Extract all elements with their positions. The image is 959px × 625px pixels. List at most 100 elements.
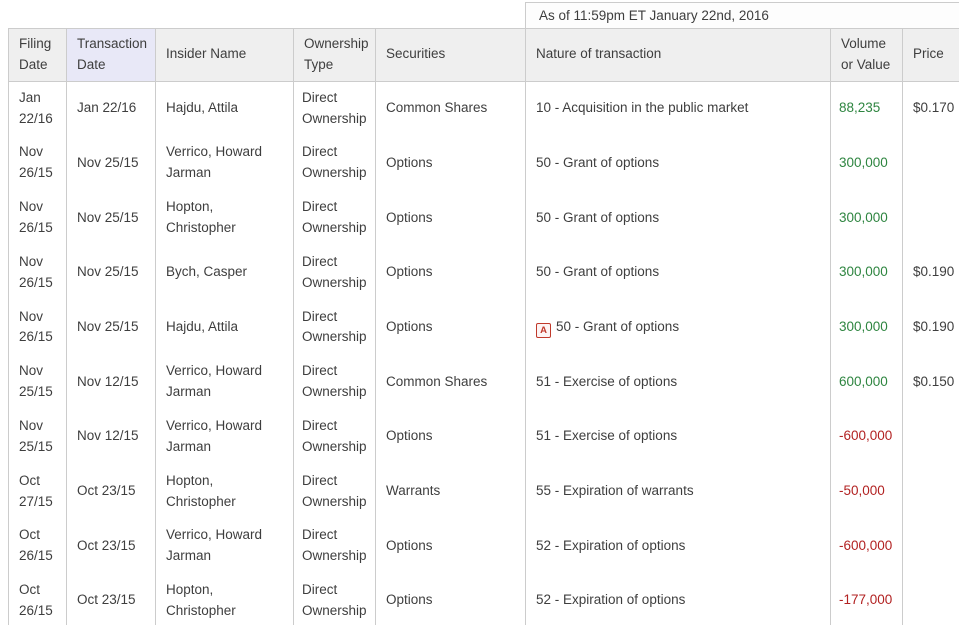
cell-insider-name: Verrico, Howard Jarman <box>156 409 294 464</box>
cell-transaction-date: Oct 23/15 <box>67 574 156 625</box>
column-header-volume[interactable]: Volume or Value <box>831 29 903 82</box>
cell-ownership-type: Direct Ownership <box>294 245 376 300</box>
cell-nature: 52 - Expiration of options <box>526 519 831 574</box>
cell-price <box>903 519 959 574</box>
cell-nature: 51 - Exercise of options <box>526 355 831 410</box>
nature-text: 51 - Exercise of options <box>536 428 677 443</box>
column-header-insider-name[interactable]: Insider Name <box>156 29 294 82</box>
cell-transaction-date: Oct 23/15 <box>67 519 156 574</box>
cell-volume: 88,235 <box>831 81 903 136</box>
nature-text: 10 - Acquisition in the public market <box>536 100 748 115</box>
cell-volume: -50,000 <box>831 464 903 519</box>
table-row: Nov 26/15 Nov 25/15 Verrico, Howard Jarm… <box>9 136 959 191</box>
cell-price <box>903 136 959 191</box>
cell-securities: Options <box>376 300 526 355</box>
cell-volume: -600,000 <box>831 519 903 574</box>
table-row: Oct 26/15 Oct 23/15 Hopton, Christopher … <box>9 574 959 625</box>
table-header: Filing Date Transaction Date Insider Nam… <box>9 29 959 82</box>
cell-nature: 50 - Grant of options <box>526 136 831 191</box>
cell-securities: Options <box>376 409 526 464</box>
cell-ownership-type: Direct Ownership <box>294 81 376 136</box>
cell-volume: 300,000 <box>831 300 903 355</box>
cell-nature: 50 - Grant of options <box>526 245 831 300</box>
cell-ownership-type: Direct Ownership <box>294 300 376 355</box>
cell-nature: 50 - Grant of options <box>526 191 831 246</box>
cell-price: $0.190 <box>903 245 959 300</box>
cell-ownership-type: Direct Ownership <box>294 191 376 246</box>
table-row: Nov 25/15 Nov 12/15 Verrico, Howard Jarm… <box>9 355 959 410</box>
cell-securities: Options <box>376 191 526 246</box>
cell-insider-name: Hopton, Christopher <box>156 191 294 246</box>
cell-filing-date: Oct 26/15 <box>9 574 67 625</box>
cell-insider-name: Bych, Casper <box>156 245 294 300</box>
table-row: Jan 22/16 Jan 22/16 Hajdu, Attila Direct… <box>9 81 959 136</box>
cell-ownership-type: Direct Ownership <box>294 409 376 464</box>
table-body: Jan 22/16 Jan 22/16 Hajdu, Attila Direct… <box>9 81 959 625</box>
cell-volume: -177,000 <box>831 574 903 625</box>
cell-volume: -600,000 <box>831 409 903 464</box>
nature-text: 50 - Grant of options <box>556 319 679 334</box>
cell-volume: 300,000 <box>831 136 903 191</box>
nature-text: 52 - Expiration of options <box>536 538 685 553</box>
cell-insider-name: Hajdu, Attila <box>156 300 294 355</box>
cell-price <box>903 464 959 519</box>
cell-securities: Common Shares <box>376 355 526 410</box>
cell-securities: Options <box>376 574 526 625</box>
insider-transactions-page: As of 11:59pm ET January 22nd, 2016 Fili… <box>0 0 959 625</box>
cell-filing-date: Nov 25/15 <box>9 355 67 410</box>
cell-transaction-date: Nov 12/15 <box>67 409 156 464</box>
cell-volume: 300,000 <box>831 191 903 246</box>
cell-price: $0.150 <box>903 355 959 410</box>
cell-filing-date: Nov 26/15 <box>9 245 67 300</box>
cell-nature: 51 - Exercise of options <box>526 409 831 464</box>
cell-securities: Options <box>376 136 526 191</box>
table-row: Oct 27/15 Oct 23/15 Hopton, Christopher … <box>9 464 959 519</box>
cell-insider-name: Verrico, Howard Jarman <box>156 136 294 191</box>
cell-price <box>903 409 959 464</box>
cell-nature: 10 - Acquisition in the public market <box>526 81 831 136</box>
cell-filing-date: Nov 26/15 <box>9 300 67 355</box>
nature-text: 50 - Grant of options <box>536 210 659 225</box>
cell-securities: Common Shares <box>376 81 526 136</box>
column-header-ownership-type[interactable]: Ownership Type <box>294 29 376 82</box>
cell-securities: Warrants <box>376 464 526 519</box>
nature-text: 50 - Grant of options <box>536 264 659 279</box>
column-header-nature[interactable]: Nature of transaction <box>526 29 831 82</box>
cell-insider-name: Hajdu, Attila <box>156 81 294 136</box>
cell-nature: A 50 - Grant of options <box>526 300 831 355</box>
table-row: Nov 25/15 Nov 12/15 Verrico, Howard Jarm… <box>9 409 959 464</box>
cell-price: $0.170 <box>903 81 959 136</box>
cell-ownership-type: Direct Ownership <box>294 574 376 625</box>
table-row: Nov 26/15 Nov 25/15 Bych, Casper Direct … <box>9 245 959 300</box>
table-row: Nov 26/15 Nov 25/15 Hopton, Christopher … <box>9 191 959 246</box>
cell-transaction-date: Nov 25/15 <box>67 191 156 246</box>
cell-filing-date: Nov 25/15 <box>9 409 67 464</box>
cell-ownership-type: Direct Ownership <box>294 136 376 191</box>
cell-price <box>903 191 959 246</box>
cell-price <box>903 574 959 625</box>
cell-transaction-date: Nov 25/15 <box>67 245 156 300</box>
cell-insider-name: Hopton, Christopher <box>156 464 294 519</box>
insider-transactions-table: Filing Date Transaction Date Insider Nam… <box>8 28 959 625</box>
table-row: Nov 26/15 Nov 25/15 Hajdu, Attila Direct… <box>9 300 959 355</box>
column-header-filing-date[interactable]: Filing Date <box>9 29 67 82</box>
cell-transaction-date: Jan 22/16 <box>67 81 156 136</box>
cell-filing-date: Nov 26/15 <box>9 191 67 246</box>
amended-filing-icon[interactable]: A <box>536 323 551 338</box>
cell-ownership-type: Direct Ownership <box>294 519 376 574</box>
cell-securities: Options <box>376 519 526 574</box>
cell-nature: 52 - Expiration of options <box>526 574 831 625</box>
nature-text: 50 - Grant of options <box>536 155 659 170</box>
table-row: Oct 26/15 Oct 23/15 Verrico, Howard Jarm… <box>9 519 959 574</box>
cell-insider-name: Hopton, Christopher <box>156 574 294 625</box>
cell-transaction-date: Nov 25/15 <box>67 300 156 355</box>
column-header-transaction-date[interactable]: Transaction Date <box>67 29 156 82</box>
cell-volume: 300,000 <box>831 245 903 300</box>
cell-securities: Options <box>376 245 526 300</box>
cell-filing-date: Oct 26/15 <box>9 519 67 574</box>
column-header-securities[interactable]: Securities <box>376 29 526 82</box>
column-header-price[interactable]: Price <box>903 29 959 82</box>
cell-nature: 55 - Expiration of warrants <box>526 464 831 519</box>
cell-filing-date: Oct 27/15 <box>9 464 67 519</box>
cell-transaction-date: Nov 25/15 <box>67 136 156 191</box>
